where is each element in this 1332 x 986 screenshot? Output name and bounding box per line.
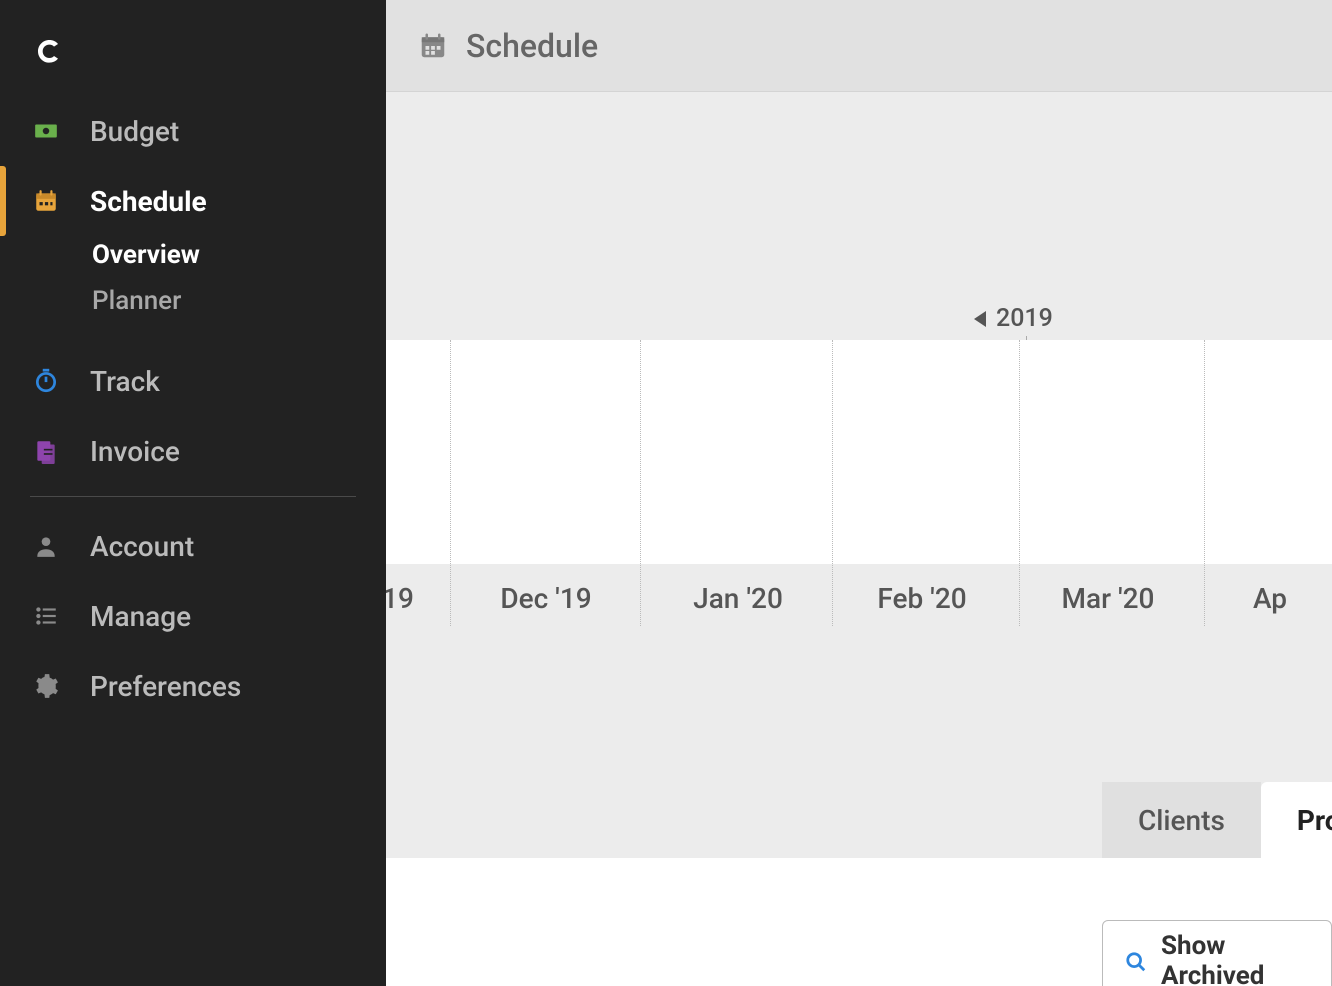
sidebar-item-budget[interactable]: Budget <box>0 96 386 166</box>
money-icon <box>32 117 60 145</box>
year-marker[interactable]: 2019 <box>974 304 1053 333</box>
content-tabs: Clients Projects Vacations <box>1102 782 1332 858</box>
show-archived-button[interactable]: Show Archived <box>1102 920 1332 986</box>
show-archived-label: Show Archived <box>1161 931 1309 986</box>
sidebar-subitem-overview[interactable]: Overview <box>92 232 386 278</box>
page-header: Schedule <box>386 0 1332 92</box>
month-label: Dec '19 <box>500 582 591 615</box>
sidebar-divider <box>30 496 356 497</box>
year-label: 2019 <box>996 304 1053 333</box>
tab-projects[interactable]: Projects <box>1261 782 1332 858</box>
month-label: Feb '20 <box>877 582 966 615</box>
sidebar-item-account[interactable]: Account <box>0 511 386 581</box>
month-label: Mar '20 <box>1062 582 1155 615</box>
stopwatch-icon <box>32 367 60 395</box>
app-logo[interactable] <box>34 36 66 68</box>
month-axis: 19 Dec '19 Jan '20 Feb '20 Mar '20 Ap <box>386 572 1332 632</box>
sidebar-item-invoice[interactable]: Invoice <box>0 416 386 486</box>
month-label: Ap <box>1253 582 1287 615</box>
month-label: Jan '20 <box>693 582 783 615</box>
sidebar-item-schedule[interactable]: Schedule <box>0 166 386 236</box>
search-icon <box>1125 950 1147 972</box>
schedule-submenu: Overview Planner <box>0 232 386 324</box>
month-label: 19 <box>386 582 414 615</box>
tab-clients[interactable]: Clients <box>1102 782 1261 858</box>
sidebar-item-manage[interactable]: Manage <box>0 581 386 651</box>
sidebar-item-label: Account <box>90 530 194 563</box>
sidebar-item-label: Budget <box>90 115 179 148</box>
calendar-icon <box>418 31 448 61</box>
calendar-icon <box>32 187 60 215</box>
sidebar-item-track[interactable]: Track <box>0 346 386 416</box>
page-title: Schedule <box>466 27 598 65</box>
gear-icon <box>32 672 60 700</box>
triangle-left-icon <box>974 311 986 327</box>
sidebar-item-preferences[interactable]: Preferences <box>0 651 386 721</box>
sidebar: Budget Schedule Overview Planner Track I… <box>0 0 386 986</box>
sidebar-item-label: Invoice <box>90 435 180 468</box>
sidebar-item-label: Track <box>90 365 160 398</box>
list-icon <box>32 602 60 630</box>
sidebar-subitem-planner[interactable]: Planner <box>92 278 386 324</box>
sidebar-item-label: Manage <box>90 600 191 633</box>
invoice-icon <box>32 437 60 465</box>
timeline[interactable]: 2019 19 Dec '19 Jan '20 Feb '20 Mar '20 Ap <box>386 92 1332 628</box>
sidebar-item-label: Preferences <box>90 670 241 703</box>
user-icon <box>32 532 60 560</box>
sidebar-item-label: Schedule <box>90 185 207 218</box>
main-content: Schedule 2019 19 Dec '19 Jan '20 Feb '20 Mar… <box>386 0 1332 986</box>
